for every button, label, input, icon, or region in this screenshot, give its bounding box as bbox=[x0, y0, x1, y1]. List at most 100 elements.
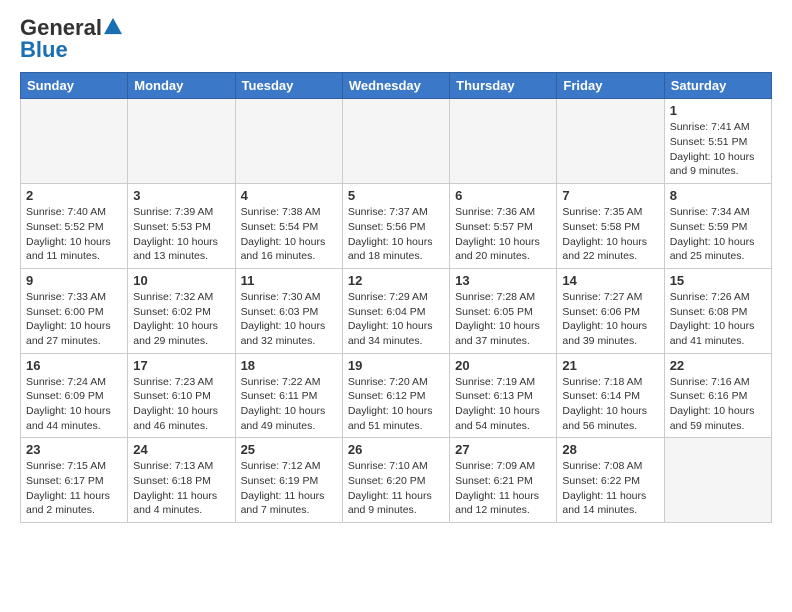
calendar-cell: 21 Sunrise: 7:18 AM Sunset: 6:14 PM Dayli… bbox=[557, 353, 664, 438]
day-number: 15 bbox=[670, 273, 766, 288]
day-info: Sunrise: 7:12 AM Sunset: 6:19 PM Dayligh… bbox=[241, 459, 337, 518]
logo: General Blue bbox=[20, 16, 122, 62]
calendar: SundayMondayTuesdayWednesdayThursdayFrid… bbox=[20, 72, 772, 523]
day-number: 10 bbox=[133, 273, 229, 288]
weekday-header-monday: Monday bbox=[128, 73, 235, 99]
weekday-header-wednesday: Wednesday bbox=[342, 73, 449, 99]
calendar-cell: 7 Sunrise: 7:35 AM Sunset: 5:58 PM Daylig… bbox=[557, 184, 664, 269]
calendar-cell bbox=[21, 99, 128, 184]
calendar-cell: 9Sunrise: 7:33 AM Sunset: 6:00 PM Daylig… bbox=[21, 268, 128, 353]
calendar-cell: 5 Sunrise: 7:37 AM Sunset: 5:56 PM Daylig… bbox=[342, 184, 449, 269]
day-number: 19 bbox=[348, 358, 444, 373]
day-info: Sunrise: 7:19 AM Sunset: 6:13 PM Dayligh… bbox=[455, 375, 551, 434]
calendar-cell: 23 Sunrise: 7:15 AM Sunset: 6:17 PM Dayli… bbox=[21, 438, 128, 523]
day-info: Sunrise: 7:34 AM Sunset: 5:59 PM Dayligh… bbox=[670, 205, 766, 264]
calendar-cell: 16 Sunrise: 7:24 AM Sunset: 6:09 PM Dayli… bbox=[21, 353, 128, 438]
calendar-cell bbox=[128, 99, 235, 184]
day-number: 20 bbox=[455, 358, 551, 373]
day-info: Sunrise: 7:08 AM Sunset: 6:22 PM Dayligh… bbox=[562, 459, 658, 518]
day-info: Sunrise: 7:32 AM Sunset: 6:02 PM Dayligh… bbox=[133, 290, 229, 349]
day-number: 8 bbox=[670, 188, 766, 203]
logo-text-blue: Blue bbox=[20, 38, 68, 62]
day-info: Sunrise: 7:15 AM Sunset: 6:17 PM Dayligh… bbox=[26, 459, 122, 518]
calendar-cell: 6 Sunrise: 7:36 AM Sunset: 5:57 PM Daylig… bbox=[450, 184, 557, 269]
weekday-header-sunday: Sunday bbox=[21, 73, 128, 99]
day-number: 4 bbox=[241, 188, 337, 203]
day-info: Sunrise: 7:29 AM Sunset: 6:04 PM Dayligh… bbox=[348, 290, 444, 349]
calendar-cell: 20 Sunrise: 7:19 AM Sunset: 6:13 PM Dayli… bbox=[450, 353, 557, 438]
calendar-cell: 2 Sunrise: 7:40 AM Sunset: 5:52 PM Daylig… bbox=[21, 184, 128, 269]
day-number: 21 bbox=[562, 358, 658, 373]
calendar-cell: 26 Sunrise: 7:10 AM Sunset: 6:20 PM Dayli… bbox=[342, 438, 449, 523]
day-info: Sunrise: 7:36 AM Sunset: 5:57 PM Dayligh… bbox=[455, 205, 551, 264]
calendar-cell: 11 Sunrise: 7:30 AM Sunset: 6:03 PM Dayli… bbox=[235, 268, 342, 353]
day-info: Sunrise: 7:30 AM Sunset: 6:03 PM Dayligh… bbox=[241, 290, 337, 349]
day-number: 6 bbox=[455, 188, 551, 203]
week-row-0: 1 Sunrise: 7:41 AM Sunset: 5:51 PM Daylig… bbox=[21, 99, 772, 184]
calendar-cell bbox=[557, 99, 664, 184]
day-number: 3 bbox=[133, 188, 229, 203]
day-number: 27 bbox=[455, 442, 551, 457]
day-number: 28 bbox=[562, 442, 658, 457]
calendar-cell bbox=[342, 99, 449, 184]
day-number: 16 bbox=[26, 358, 122, 373]
calendar-cell: 13 Sunrise: 7:28 AM Sunset: 6:05 PM Dayli… bbox=[450, 268, 557, 353]
week-row-2: 9Sunrise: 7:33 AM Sunset: 6:00 PM Daylig… bbox=[21, 268, 772, 353]
calendar-cell: 24Sunrise: 7:13 AM Sunset: 6:18 PM Dayli… bbox=[128, 438, 235, 523]
calendar-cell: 19 Sunrise: 7:20 AM Sunset: 6:12 PM Dayli… bbox=[342, 353, 449, 438]
calendar-cell: 17 Sunrise: 7:23 AM Sunset: 6:10 PM Dayli… bbox=[128, 353, 235, 438]
day-number: 17 bbox=[133, 358, 229, 373]
day-number: 26 bbox=[348, 442, 444, 457]
calendar-cell: 8 Sunrise: 7:34 AM Sunset: 5:59 PM Daylig… bbox=[664, 184, 771, 269]
day-info: Sunrise: 7:26 AM Sunset: 6:08 PM Dayligh… bbox=[670, 290, 766, 349]
calendar-cell bbox=[664, 438, 771, 523]
weekday-header-thursday: Thursday bbox=[450, 73, 557, 99]
calendar-cell: 22 Sunrise: 7:16 AM Sunset: 6:16 PM Dayli… bbox=[664, 353, 771, 438]
day-info: Sunrise: 7:24 AM Sunset: 6:09 PM Dayligh… bbox=[26, 375, 122, 434]
day-number: 23 bbox=[26, 442, 122, 457]
day-number: 7 bbox=[562, 188, 658, 203]
day-info: Sunrise: 7:35 AM Sunset: 5:58 PM Dayligh… bbox=[562, 205, 658, 264]
calendar-cell: 4 Sunrise: 7:38 AM Sunset: 5:54 PM Daylig… bbox=[235, 184, 342, 269]
calendar-cell: 15 Sunrise: 7:26 AM Sunset: 6:08 PM Dayli… bbox=[664, 268, 771, 353]
day-number: 22 bbox=[670, 358, 766, 373]
day-info: Sunrise: 7:28 AM Sunset: 6:05 PM Dayligh… bbox=[455, 290, 551, 349]
weekday-header-friday: Friday bbox=[557, 73, 664, 99]
day-info: Sunrise: 7:27 AM Sunset: 6:06 PM Dayligh… bbox=[562, 290, 658, 349]
day-info: Sunrise: 7:22 AM Sunset: 6:11 PM Dayligh… bbox=[241, 375, 337, 434]
day-number: 2 bbox=[26, 188, 122, 203]
calendar-cell: 18 Sunrise: 7:22 AM Sunset: 6:11 PM Dayli… bbox=[235, 353, 342, 438]
day-number: 1 bbox=[670, 103, 766, 118]
day-number: 25 bbox=[241, 442, 337, 457]
calendar-header-row: SundayMondayTuesdayWednesdayThursdayFrid… bbox=[21, 73, 772, 99]
page: General Blue SundayMondayTuesdayWednesda… bbox=[0, 0, 792, 539]
calendar-cell: 12 Sunrise: 7:29 AM Sunset: 6:04 PM Dayli… bbox=[342, 268, 449, 353]
day-info: Sunrise: 7:41 AM Sunset: 5:51 PM Dayligh… bbox=[670, 120, 766, 179]
week-row-3: 16 Sunrise: 7:24 AM Sunset: 6:09 PM Dayli… bbox=[21, 353, 772, 438]
header: General Blue bbox=[20, 16, 772, 62]
day-number: 13 bbox=[455, 273, 551, 288]
day-number: 11 bbox=[241, 273, 337, 288]
weekday-header-saturday: Saturday bbox=[664, 73, 771, 99]
day-info: Sunrise: 7:38 AM Sunset: 5:54 PM Dayligh… bbox=[241, 205, 337, 264]
day-number: 14 bbox=[562, 273, 658, 288]
day-info: Sunrise: 7:16 AM Sunset: 6:16 PM Dayligh… bbox=[670, 375, 766, 434]
day-number: 12 bbox=[348, 273, 444, 288]
day-info: Sunrise: 7:37 AM Sunset: 5:56 PM Dayligh… bbox=[348, 205, 444, 264]
day-info: Sunrise: 7:33 AM Sunset: 6:00 PM Dayligh… bbox=[26, 290, 122, 349]
weekday-header-tuesday: Tuesday bbox=[235, 73, 342, 99]
calendar-cell: 27Sunrise: 7:09 AM Sunset: 6:21 PM Dayli… bbox=[450, 438, 557, 523]
day-info: Sunrise: 7:18 AM Sunset: 6:14 PM Dayligh… bbox=[562, 375, 658, 434]
logo-icon bbox=[104, 17, 122, 35]
day-info: Sunrise: 7:10 AM Sunset: 6:20 PM Dayligh… bbox=[348, 459, 444, 518]
calendar-cell: 10 Sunrise: 7:32 AM Sunset: 6:02 PM Dayli… bbox=[128, 268, 235, 353]
calendar-cell: 14 Sunrise: 7:27 AM Sunset: 6:06 PM Dayli… bbox=[557, 268, 664, 353]
day-number: 18 bbox=[241, 358, 337, 373]
day-info: Sunrise: 7:23 AM Sunset: 6:10 PM Dayligh… bbox=[133, 375, 229, 434]
day-info: Sunrise: 7:40 AM Sunset: 5:52 PM Dayligh… bbox=[26, 205, 122, 264]
day-info: Sunrise: 7:20 AM Sunset: 6:12 PM Dayligh… bbox=[348, 375, 444, 434]
day-number: 5 bbox=[348, 188, 444, 203]
week-row-1: 2 Sunrise: 7:40 AM Sunset: 5:52 PM Daylig… bbox=[21, 184, 772, 269]
calendar-cell: 28 Sunrise: 7:08 AM Sunset: 6:22 PM Dayli… bbox=[557, 438, 664, 523]
week-row-4: 23 Sunrise: 7:15 AM Sunset: 6:17 PM Dayli… bbox=[21, 438, 772, 523]
